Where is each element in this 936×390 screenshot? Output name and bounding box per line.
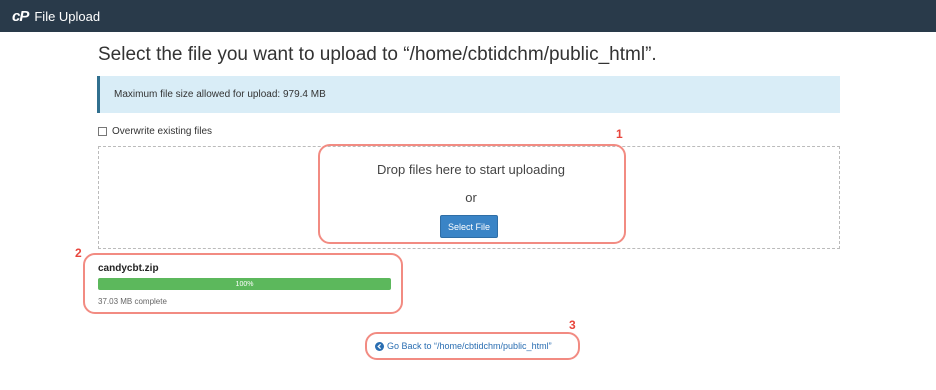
- annotation-number-3: 3: [569, 318, 576, 332]
- annotation-box-3: [365, 332, 580, 360]
- overwrite-option[interactable]: Overwrite existing files: [98, 126, 212, 137]
- annotation-box-1: [318, 144, 626, 244]
- annotation-number-2: 2: [75, 246, 82, 260]
- app-title: File Upload: [34, 8, 101, 24]
- cpanel-logo: cP: [12, 7, 29, 25]
- overwrite-checkbox[interactable]: [98, 127, 107, 136]
- overwrite-label: Overwrite existing files: [112, 126, 213, 137]
- annotation-box-2: [83, 253, 403, 314]
- annotation-number-1: 1: [616, 127, 623, 141]
- max-size-text: Maximum file size allowed for upload: 97…: [114, 89, 326, 100]
- page-title: Select the file you want to upload to “/…: [98, 44, 657, 65]
- info-alert: Maximum file size allowed for upload: 97…: [97, 76, 840, 113]
- top-bar: cP File Upload: [0, 0, 936, 32]
